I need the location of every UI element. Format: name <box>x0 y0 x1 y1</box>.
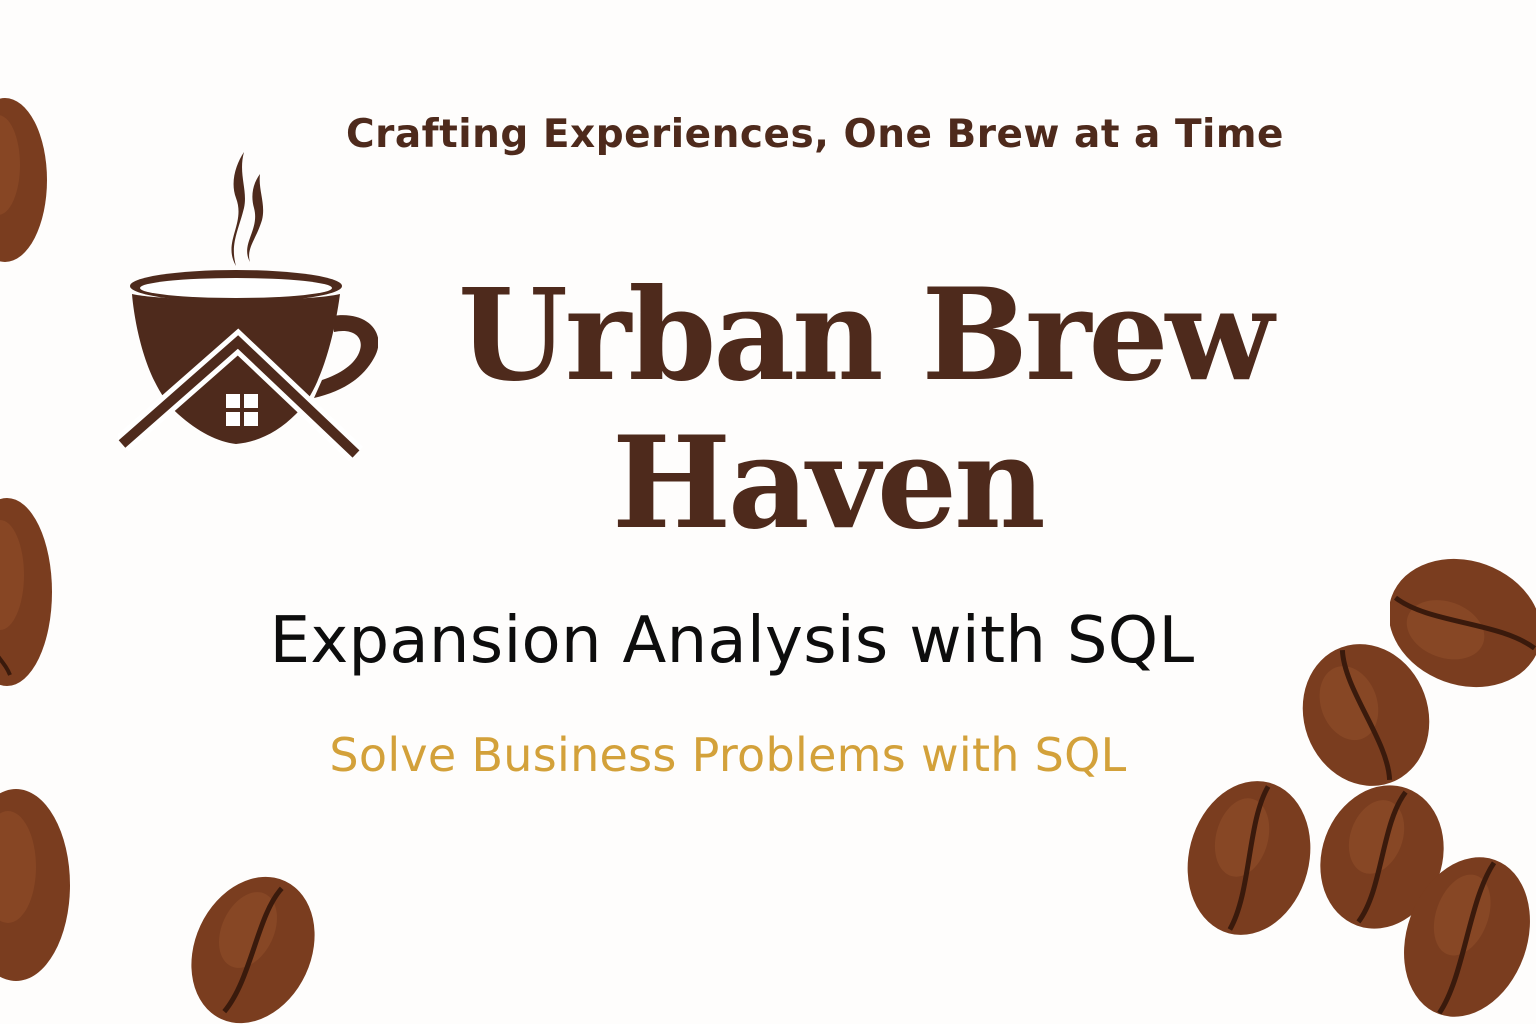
coffee-bean-icon <box>0 98 47 262</box>
coffee-bean-icon <box>1404 857 1530 1017</box>
coffee-bean-icon <box>1187 781 1311 935</box>
subheadline: Solve Business Problems with SQL <box>329 728 1127 782</box>
coffee-cup-house-icon <box>118 152 378 462</box>
brand-name-line2: Haven <box>612 409 1046 557</box>
coffee-bean-icon <box>0 498 52 686</box>
coffee-bean-icon <box>1302 644 1430 786</box>
coffee-bean-icon <box>0 789 70 981</box>
headline: Expansion Analysis with SQL <box>269 604 1195 678</box>
banner-canvas: Crafting Experiences, One Brew at a Time… <box>0 0 1536 1024</box>
steam-icon <box>231 152 245 266</box>
brand-name-line1: Urban Brew <box>458 261 1274 409</box>
coffee-bean-icon <box>191 876 315 1024</box>
